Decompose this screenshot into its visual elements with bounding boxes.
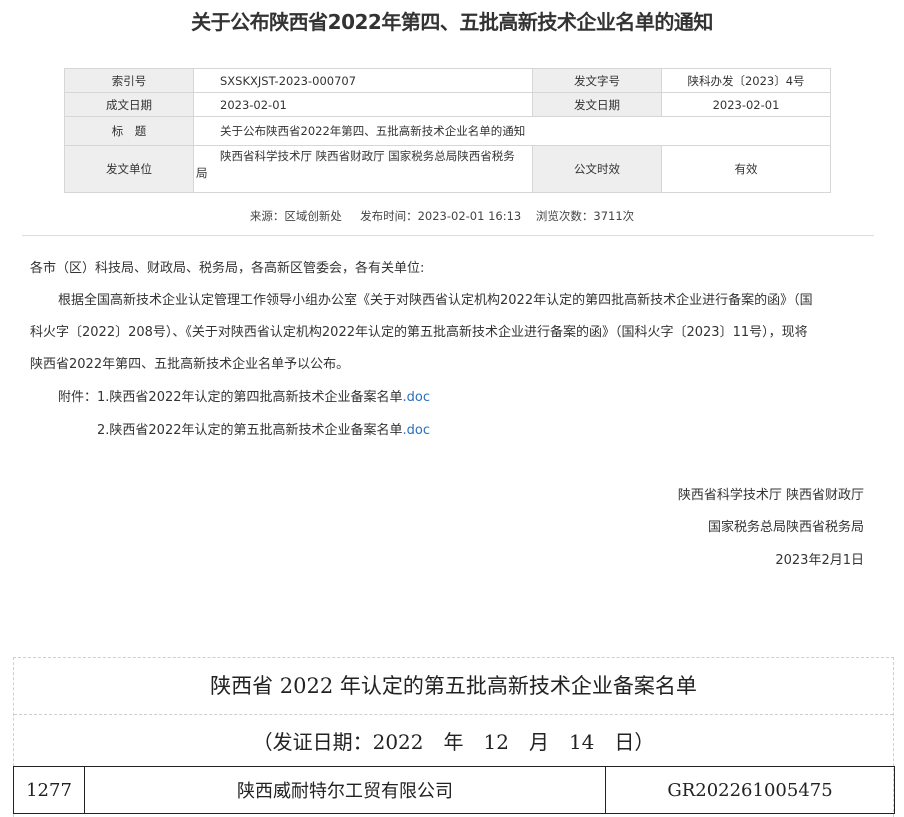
meta-row-index: 索引号 SXSKXJST-2023-000707 发文字号 陕科办发〔2023〕… bbox=[64, 68, 831, 93]
attachment-prefix: 附件： bbox=[58, 390, 98, 405]
issuer-label: 发文单位 bbox=[64, 145, 194, 193]
attachment-1-link[interactable]: 1.陕西省2022年认定的第四批高新技术企业备案名单 bbox=[97, 390, 403, 405]
attachment-2-link[interactable]: 2.陕西省2022年认定的第五批高新技术企业备案名单 bbox=[97, 423, 403, 438]
signature-line-2: 国家税务总局陕西省税务局 bbox=[707, 520, 864, 535]
index-label: 索引号 bbox=[64, 68, 194, 93]
subject-value: 关于公布陕西省2022年第四、五批高新技术企业名单的通知 bbox=[193, 116, 831, 146]
source-text: 来源：区域创新处 bbox=[249, 209, 342, 223]
attachment-preview-subtitle: （发证日期：2022 年 12 月 14 日） bbox=[252, 730, 655, 754]
meta-row-issuer: 发文单位 陕西省科学技术厅 陕西省财政厅 国家税务总局陕西省税务局 公文时效 有… bbox=[64, 145, 831, 193]
certificate-number: GR202261005475 bbox=[605, 766, 895, 814]
validity-label: 公文时效 bbox=[532, 145, 662, 193]
attachment-2: 2.陕西省2022年认定的第五批高新技术企业备案名单.doc bbox=[97, 419, 430, 438]
body-paragraph-line-2: 科火字〔2022〕208号）、《关于对陕西省认定机构2022年认定的第五批高新技… bbox=[30, 325, 808, 340]
company-name: 陕西威耐特尔工贸有限公司 bbox=[84, 766, 606, 814]
pub-date-value: 2023-02-01 bbox=[661, 92, 831, 117]
table-row: 1277 陕西威耐特尔工贸有限公司 GR202261005475 bbox=[13, 766, 895, 814]
doc-no-value: 陕科办发〔2023〕4号 bbox=[661, 68, 831, 93]
pub-date-label: 发文日期 bbox=[532, 92, 662, 117]
publish-time-text: 发布时间：2023-02-01 16:13 bbox=[360, 209, 522, 223]
attachment-preview-divider bbox=[14, 714, 893, 715]
signature-date: 2023年2月1日 bbox=[775, 553, 864, 568]
attachment-1-ext[interactable]: .doc bbox=[403, 390, 431, 405]
date-label: 成文日期 bbox=[64, 92, 194, 117]
page-title: 关于公布陕西省2022年第四、五批高新技术企业名单的通知 bbox=[191, 10, 713, 34]
body-paragraph-line-3: 陕西省2022年第四、五批高新技术企业名单予以公布。 bbox=[30, 357, 350, 372]
meta-row-subject: 标 题 关于公布陕西省2022年第四、五批高新技术企业名单的通知 bbox=[64, 116, 831, 146]
subject-label: 标 题 bbox=[64, 116, 194, 146]
divider bbox=[22, 235, 874, 236]
meta-row-date: 成文日期 2023-02-01 发文日期 2023-02-01 bbox=[64, 92, 831, 117]
document-metadata-table: 索引号 SXSKXJST-2023-000707 发文字号 陕科办发〔2023〕… bbox=[64, 68, 831, 193]
validity-value: 有效 bbox=[661, 145, 831, 193]
view-count-text: 浏览次数：3711次 bbox=[535, 209, 635, 223]
issuer-value: 陕西省科学技术厅 陕西省财政厅 国家税务总局陕西省税务局 bbox=[193, 145, 533, 193]
row-number: 1277 bbox=[13, 766, 85, 814]
article-info: 来源：区域创新处 发布时间：2023-02-01 16:13 浏览次数：3711… bbox=[0, 208, 884, 224]
attachment-preview: 陕西省 2022 年认定的第五批高新技术企业备案名单 （发证日期：2022 年 … bbox=[13, 657, 895, 817]
signature-line-1: 陕西省科学技术厅 陕西省财政厅 bbox=[677, 488, 864, 503]
company-table: 1277 陕西威耐特尔工贸有限公司 GR202261005475 bbox=[13, 766, 895, 814]
body-paragraph-line-1: 根据全国高新技术企业认定管理工作领导小组办公室《关于对陕西省认定机构2022年认… bbox=[58, 293, 813, 308]
index-value: SXSKXJST-2023-000707 bbox=[193, 68, 533, 93]
salutation: 各市（区）科技局、财政局、税务局，各高新区管委会，各有关单位: bbox=[30, 261, 425, 276]
attachment-1: 附件：1.陕西省2022年认定的第四批高新技术企业备案名单.doc bbox=[58, 386, 430, 405]
attachment-preview-title: 陕西省 2022 年认定的第五批高新技术企业备案名单 bbox=[210, 674, 697, 698]
attachment-2-ext[interactable]: .doc bbox=[403, 423, 431, 438]
doc-no-label: 发文字号 bbox=[532, 68, 662, 93]
date-value: 2023-02-01 bbox=[193, 92, 533, 117]
